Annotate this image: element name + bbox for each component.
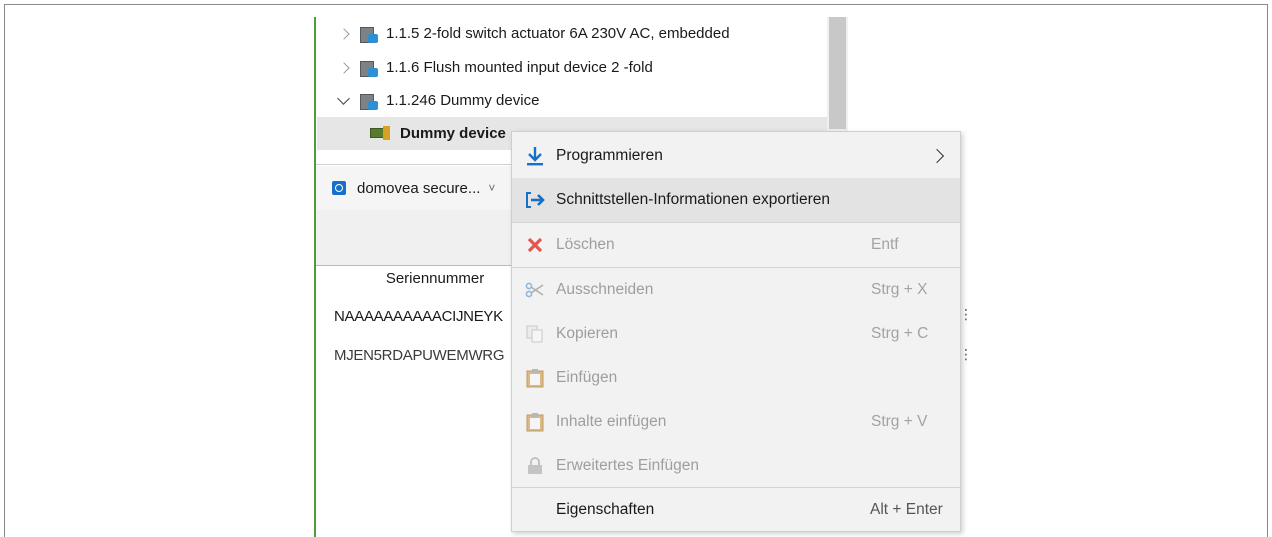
export-arrow-icon — [524, 189, 546, 211]
context-menu: Programmieren Schnittstellen-Information… — [511, 131, 961, 532]
tree-item-1-1-5[interactable]: 1.1.5 2-fold switch actuator 6A 230V AC,… — [337, 17, 730, 50]
menu-item-erweitertes-einfuegen[interactable]: Erweitertes Einfügen — [512, 444, 960, 488]
scrollbar-thumb[interactable] — [829, 17, 846, 129]
tree-child-dummy-device[interactable]: Dummy device — [370, 117, 506, 150]
menu-item-shortcut: Alt + Enter — [870, 501, 943, 518]
chevron-right-icon[interactable] — [337, 61, 351, 75]
paste-contents-icon — [524, 411, 546, 433]
header-divider — [316, 265, 516, 266]
interface-selector[interactable]: domovea secure... ˅ — [316, 166, 516, 210]
submenu-arrow-icon — [929, 148, 945, 164]
menu-item-label: Löschen — [556, 236, 615, 253]
menu-item-shortcut: Entf — [871, 236, 899, 253]
menu-item-loeschen[interactable]: Löschen Entf — [512, 223, 960, 267]
menu-item-label: Programmieren — [556, 147, 663, 164]
menu-item-shortcut: Strg + C — [871, 325, 929, 342]
download-arrow-icon — [524, 145, 546, 167]
column-header-serial[interactable]: Seriennummer — [360, 270, 510, 287]
menu-item-eigenschaften[interactable]: Eigenschaften Alt + Enter — [512, 488, 960, 532]
tree-item-1-1-6[interactable]: 1.1.6 Flush mounted input device 2 -fold — [337, 51, 653, 84]
menu-item-shortcut: Strg + X — [871, 281, 928, 298]
menu-item-label: Erweitertes Einfügen — [556, 457, 700, 474]
scissors-icon — [524, 279, 546, 301]
menu-item-kopieren[interactable]: Kopieren Strg + C — [512, 312, 960, 356]
tree-item-label: 1.1.6 Flush mounted input device 2 -fold — [386, 59, 653, 76]
menu-item-label: Kopieren — [556, 325, 619, 342]
device-icon — [360, 59, 378, 77]
panel-divider — [314, 17, 316, 537]
menu-item-shortcut: Strg + V — [871, 413, 928, 430]
device-icon — [360, 25, 378, 43]
interface-label: domovea secure... — [357, 179, 481, 197]
menu-item-schnittstellen-exportieren[interactable]: Schnittstellen-Informationen exportieren — [512, 178, 960, 222]
device-icon — [360, 92, 378, 110]
tree-child-label: Dummy device — [400, 125, 506, 142]
table-row[interactable]: NAAAAAAAAAACIJNEYK — [334, 308, 503, 325]
tree-item-label: 1.1.246 Dummy device — [386, 92, 540, 109]
chevron-down-icon[interactable]: ˅ — [488, 181, 495, 195]
chevron-right-icon[interactable] — [337, 27, 351, 41]
menu-item-label: Inhalte einfügen — [556, 413, 667, 430]
menu-item-label: Eigenschaften — [556, 501, 655, 518]
menu-item-inhalte-einfuegen[interactable]: Inhalte einfügen Strg + V — [512, 400, 960, 444]
toolbar-area — [316, 210, 516, 265]
menu-item-ausschneiden[interactable]: Ausschneiden Strg + X — [512, 268, 960, 312]
tree-item-label: 1.1.5 2-fold switch actuator 6A 230V AC,… — [386, 25, 730, 42]
tree-item-1-1-246[interactable]: 1.1.246 Dummy device — [337, 84, 539, 117]
table-row[interactable]: MJEN5RDAPUWEMWRG — [334, 347, 505, 364]
interface-icon — [332, 181, 346, 195]
overflow-dots: ⋮ — [959, 346, 973, 362]
menu-item-label: Einfügen — [556, 369, 618, 386]
menu-item-label: Ausschneiden — [556, 281, 654, 298]
menu-item-einfuegen[interactable]: Einfügen — [512, 356, 960, 400]
copy-icon — [524, 323, 546, 345]
overflow-dots: ⋮ — [959, 306, 973, 322]
chevron-down-icon[interactable] — [337, 94, 351, 108]
menu-item-programmieren[interactable]: Programmieren — [512, 134, 960, 178]
device-module-icon — [370, 125, 390, 140]
menu-item-label: Schnittstellen-Informationen exportieren — [556, 191, 830, 208]
delete-x-icon — [524, 234, 546, 256]
paste-clipboard-icon — [524, 367, 546, 389]
lock-paste-icon — [524, 455, 546, 477]
